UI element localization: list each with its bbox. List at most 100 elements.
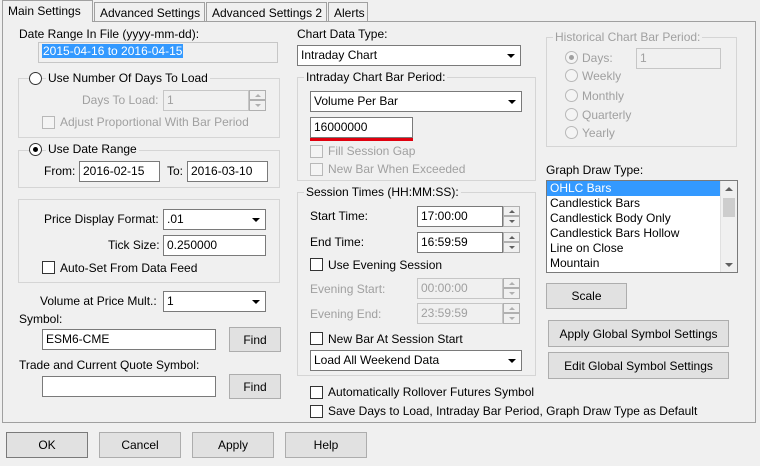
auto-set-checkbox[interactable] xyxy=(42,261,55,274)
ok-button[interactable]: OK xyxy=(6,432,88,458)
bar-period-type-select[interactable]: Volume Per Bar xyxy=(310,91,522,112)
symbol-label: Symbol: xyxy=(19,312,63,326)
to-label: To: xyxy=(167,164,184,178)
chevron-down-icon[interactable] xyxy=(248,293,264,310)
tab-alerts[interactable]: Alerts xyxy=(328,2,368,21)
cancel-button[interactable]: Cancel xyxy=(99,432,181,458)
list-scrollbar[interactable] xyxy=(720,181,737,272)
spin-up-icon[interactable] xyxy=(503,278,520,288)
chevron-down-icon[interactable] xyxy=(248,211,264,228)
list-item[interactable]: Mountain xyxy=(547,256,737,271)
tab-label: Alerts xyxy=(334,6,365,20)
volume-mult-label: Volume at Price Mult.: xyxy=(40,294,157,308)
evening-end-label: Evening End: xyxy=(310,307,382,321)
historical-yearly-radio[interactable] xyxy=(565,126,578,139)
historical-days-radio[interactable] xyxy=(565,51,578,64)
evening-start-spinner[interactable] xyxy=(503,278,520,299)
evening-start-input[interactable]: 00:00:00 xyxy=(417,278,503,299)
rollover-checkbox[interactable] xyxy=(310,386,323,399)
end-time-spinner[interactable] xyxy=(503,232,520,253)
quote-symbol-label: Trade and Current Quote Symbol: xyxy=(19,358,200,372)
price-format-select[interactable]: .01 xyxy=(163,209,266,230)
historical-days-input[interactable]: 1 xyxy=(636,48,721,69)
spin-down-icon[interactable] xyxy=(503,288,520,299)
chart-data-type-select[interactable]: Intraday Chart xyxy=(297,45,521,66)
days-to-load-input[interactable]: 1 xyxy=(163,90,249,111)
end-time-input[interactable]: 16:59:59 xyxy=(417,232,503,253)
evening-session-checkbox[interactable] xyxy=(310,258,323,271)
fill-session-gap-checkbox[interactable] xyxy=(310,145,323,158)
spin-down-icon[interactable] xyxy=(503,216,520,227)
historical-monthly-label: Monthly xyxy=(582,89,625,103)
session-times-title: Session Times (HH:MM:SS): xyxy=(304,185,461,199)
use-date-range-label: Use Date Range xyxy=(46,142,139,156)
use-date-range-radio[interactable] xyxy=(29,143,42,156)
tab-advanced-settings[interactable]: Advanced Settings xyxy=(94,2,205,21)
date-range-field: 2015-04-16 to 2016-04-15 xyxy=(38,42,278,63)
weekend-data-select[interactable]: Load All Weekend Data xyxy=(310,350,522,371)
historical-weekly-radio[interactable] xyxy=(565,69,578,82)
graph-draw-type-label: Graph Draw Type: xyxy=(546,163,644,177)
tab-advanced-settings-2[interactable]: Advanced Settings 2 xyxy=(206,2,327,21)
spin-up-icon[interactable] xyxy=(503,206,520,216)
help-button[interactable]: Help xyxy=(285,432,367,458)
historical-quarterly-radio[interactable] xyxy=(565,108,578,121)
save-default-checkbox[interactable] xyxy=(310,405,323,418)
historical-yearly-label: Yearly xyxy=(582,126,615,140)
days-to-load-spinner[interactable] xyxy=(249,90,266,111)
spin-down-icon[interactable] xyxy=(503,313,520,324)
start-time-spinner[interactable] xyxy=(503,206,520,227)
list-item[interactable]: OHLC Bars xyxy=(547,181,737,196)
spin-up-icon[interactable] xyxy=(503,232,520,242)
chevron-down-icon[interactable] xyxy=(504,352,520,369)
start-time-input[interactable]: 17:00:00 xyxy=(417,206,503,227)
list-item[interactable]: Line on Close xyxy=(547,241,737,256)
evening-start-label: Evening Start: xyxy=(310,282,386,296)
spin-down-icon[interactable] xyxy=(503,242,520,253)
chevron-down-icon[interactable] xyxy=(503,47,519,64)
scroll-thumb[interactable] xyxy=(723,198,735,217)
evening-end-spinner[interactable] xyxy=(503,303,520,324)
save-default-label: Save Days to Load, Intraday Bar Period, … xyxy=(328,404,698,418)
list-item[interactable]: Candlestick Bars xyxy=(547,196,737,211)
from-date-input[interactable]: 2016-02-15 xyxy=(79,161,160,182)
bar-period-volume-input[interactable]: 16000000 xyxy=(310,117,413,138)
tab-main-settings[interactable]: Main Settings xyxy=(2,0,93,22)
list-item[interactable]: Candlestick Bars Hollow xyxy=(547,226,737,241)
auto-set-label: Auto-Set From Data Feed xyxy=(60,261,198,275)
from-label: From: xyxy=(44,164,76,178)
price-format-value: .01 xyxy=(167,212,184,226)
graph-draw-type-list[interactable]: OHLC Bars Candlestick Bars Candlestick B… xyxy=(546,180,738,273)
scroll-up-icon[interactable] xyxy=(721,181,737,196)
list-item[interactable]: Candlestick Body Only xyxy=(547,211,737,226)
historical-quarterly-label: Quarterly xyxy=(582,108,632,122)
edit-global-settings-button[interactable]: Edit Global Symbol Settings xyxy=(548,352,729,379)
symbol-input[interactable]: ESM6-CME xyxy=(42,329,216,350)
volume-mult-value: 1 xyxy=(167,294,174,308)
tick-size-label: Tick Size: xyxy=(108,238,160,252)
start-time-label: Start Time: xyxy=(310,209,369,223)
volume-mult-select[interactable]: 1 xyxy=(163,291,266,312)
historical-monthly-radio[interactable] xyxy=(565,89,578,102)
tick-size-input[interactable]: 0.250000 xyxy=(163,235,266,256)
new-bar-session-start-checkbox[interactable] xyxy=(310,332,323,345)
apply-button[interactable]: Apply xyxy=(192,432,274,458)
scale-button[interactable]: Scale xyxy=(546,283,627,309)
adjust-proportional-checkbox[interactable] xyxy=(42,116,55,129)
apply-global-settings-button[interactable]: Apply Global Symbol Settings xyxy=(548,320,729,347)
spin-down-icon[interactable] xyxy=(249,100,266,111)
days-to-load-radio[interactable] xyxy=(29,72,42,85)
symbol-find-button[interactable]: Find xyxy=(229,327,281,352)
scroll-down-icon[interactable] xyxy=(721,257,737,272)
quote-symbol-input[interactable] xyxy=(42,376,216,397)
spin-up-icon[interactable] xyxy=(503,303,520,313)
new-bar-exceeded-checkbox[interactable] xyxy=(310,163,323,176)
spin-up-icon[interactable] xyxy=(249,90,266,100)
to-date-input[interactable]: 2016-03-10 xyxy=(187,161,268,182)
highlight-underline xyxy=(310,138,413,141)
chevron-down-icon[interactable] xyxy=(504,93,520,110)
new-bar-exceeded-label: New Bar When Exceeded xyxy=(328,162,466,176)
evening-end-input[interactable]: 23:59:59 xyxy=(417,303,503,324)
chart-data-type-label: Chart Data Type: xyxy=(297,27,388,41)
quote-symbol-find-button[interactable]: Find xyxy=(229,374,281,399)
